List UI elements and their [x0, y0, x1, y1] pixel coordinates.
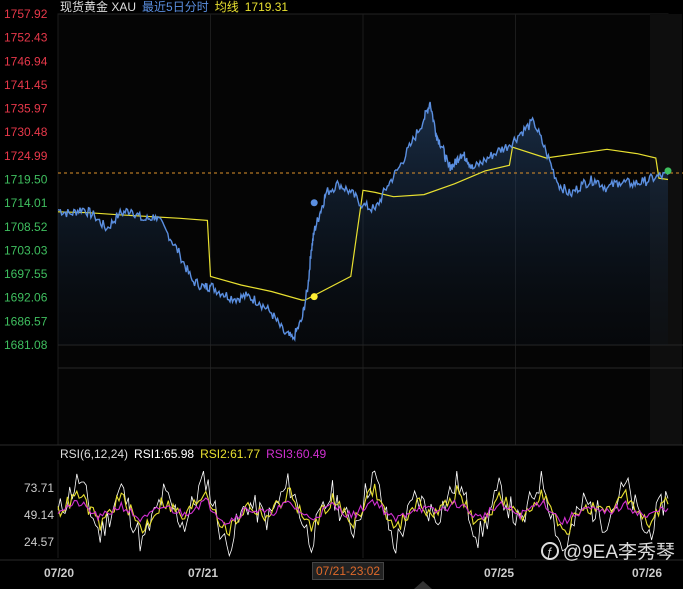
rsi-tick-label: 73.71 — [24, 481, 54, 495]
rsi-tick-label: 49.14 — [24, 508, 54, 522]
price-tick-label: 1703.03 — [4, 243, 48, 257]
chart-canvas: 1757.92 1752.43 1746.94 1741.45 1735.97 1730.… — [0, 7, 683, 589]
instrument-name: 现货黄金 XAU — [60, 0, 137, 14]
ma-value: 1719.31 — [244, 0, 289, 14]
x-label-0725: 07/25 — [484, 566, 515, 580]
price-tick-label: 1686.57 — [4, 314, 48, 328]
ma-label: 均线 — [214, 0, 239, 14]
price-tick-label: 1697.55 — [4, 267, 48, 281]
weibo-logo-icon: ƒ — [540, 541, 559, 560]
rsi-axis-ticks: 73.71 49.14 24.57 — [24, 481, 54, 549]
price-tick-label: 1730.48 — [4, 125, 48, 139]
price-tick-label: 1719.50 — [4, 173, 48, 187]
watermark-text: @9EA李秀琴 — [562, 542, 675, 563]
crosshair-time-tag: 07/21-23:02 — [312, 562, 385, 580]
watermark: ƒ @9EA李秀琴 — [540, 537, 675, 564]
rsi1-value: RSI1:65.98 — [134, 447, 195, 461]
chart-header: 现货黄金 XAU 最近5日分时 均线 1719.31 — [60, 0, 294, 15]
period-label: 最近5日分时 — [142, 0, 209, 14]
price-tick-label: 1735.97 — [4, 102, 48, 116]
price-marker — [664, 167, 672, 175]
rsi3-value: RSI3:60.49 — [266, 447, 327, 461]
price-tick-label: 1708.52 — [4, 220, 48, 234]
price-tick-label: 1746.94 — [4, 54, 48, 68]
price-tick-label: 1757.92 — [4, 7, 48, 21]
price-tick-label: 1724.99 — [4, 149, 48, 163]
rsi2-value: RSI2:61.77 — [200, 447, 261, 461]
price-tick-label: 1741.45 — [4, 78, 48, 92]
price-tick-label: 1681.08 — [4, 338, 48, 352]
price-marker — [310, 199, 318, 207]
time-axis-arrow-icon — [414, 581, 432, 589]
price-tick-label: 1752.43 — [4, 31, 48, 45]
rsi-title: RSI(6,12,24) — [60, 447, 129, 461]
x-label-0720: 07/20 — [44, 566, 75, 580]
price-axis-ticks: 1757.92 1752.43 1746.94 1741.45 1735.97 1730.… — [4, 7, 48, 352]
x-label-0721: 07/21 — [188, 566, 219, 580]
x-label-0726: 07/26 — [632, 566, 663, 580]
rsi-tick-label: 24.57 — [24, 535, 54, 549]
price-tick-label: 1714.01 — [4, 196, 48, 210]
price-marker — [310, 293, 318, 301]
rsi-header: RSI(6,12,24) RSI1:65.98 RSI2:61.77 RSI3:60.… — [60, 447, 332, 461]
price-tick-label: 1692.06 — [4, 291, 48, 305]
